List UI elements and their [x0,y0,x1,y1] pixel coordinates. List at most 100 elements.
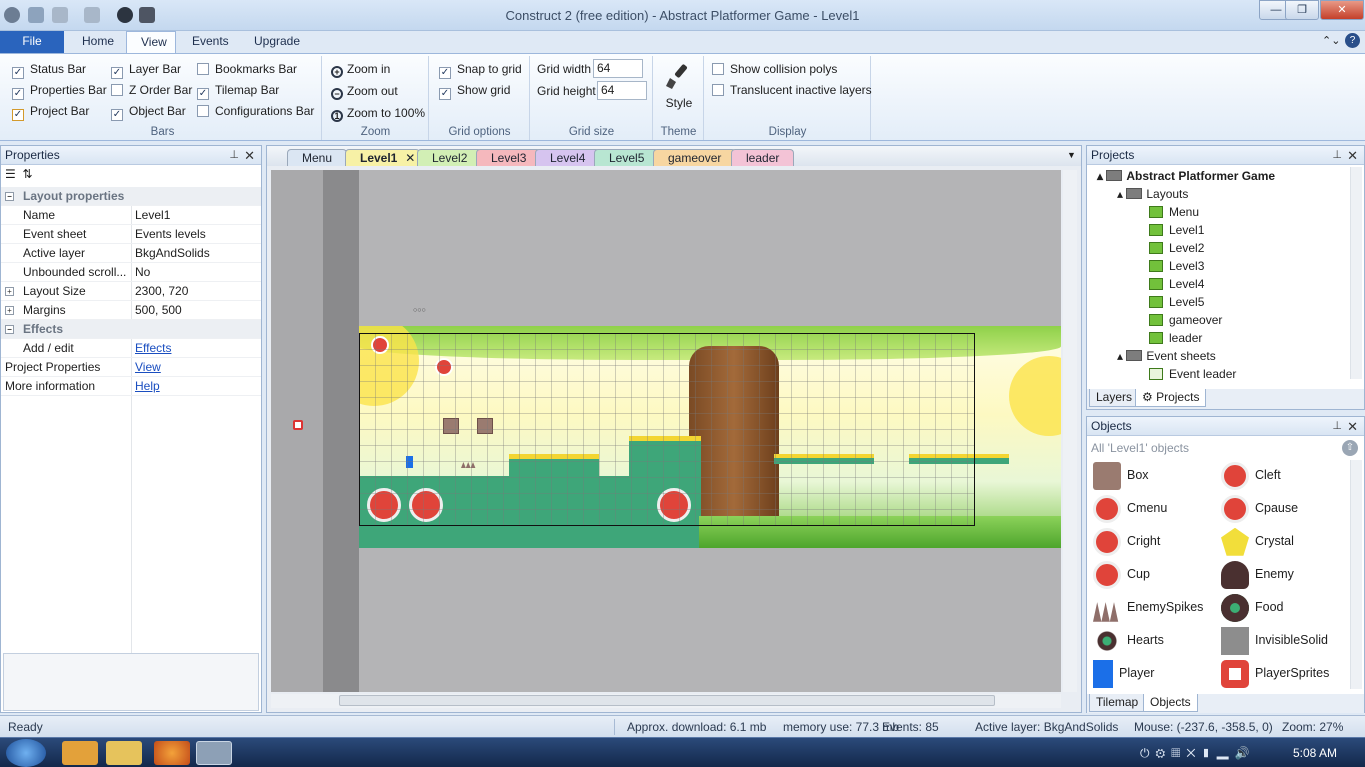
zoom-out-button[interactable]: − Zoom out [331,81,398,101]
layer-bar-checkbox[interactable]: ✓ Layer Bar [111,60,181,79]
project-bar-checkbox[interactable]: ✓ Project Bar [12,102,89,121]
tree-layout-item[interactable]: leader [1087,329,1364,347]
layout-tab-leader[interactable]: leader [731,149,795,166]
close-panel-icon[interactable]: ✕ [1347,417,1358,436]
properties-bar-checkbox[interactable]: ✓ Properties Bar [12,81,107,100]
grid-height-input[interactable]: 64 [597,81,647,100]
expand-icon[interactable]: + [5,306,14,315]
horizontal-scrollbar[interactable] [271,694,1061,708]
clock[interactable]: 5:08 AM [1293,746,1337,760]
layout-tab-level5[interactable]: Level5 [594,149,660,166]
close-tab-icon[interactable]: ✕ [405,150,415,166]
construct-icon[interactable] [196,741,232,765]
counter-sprite[interactable]: ○○○ [413,307,441,315]
tab-projects[interactable]: ⚙ Projects [1135,389,1207,407]
object-item[interactable]: Cleft [1221,460,1281,493]
categorized-icon[interactable]: ☰ [5,167,16,181]
object-bar-checkbox[interactable]: ✓ Object Bar [111,102,186,121]
scroll-thumb[interactable] [339,695,995,706]
pin-icon[interactable]: ⊥ [1332,417,1342,436]
bookmarks-bar-checkbox[interactable]: Bookmarks Bar [197,60,297,78]
layout-tab-level3[interactable]: Level3 [476,149,542,166]
layout-tab-level2[interactable]: Level2 [417,149,483,166]
style-button[interactable]: Style [654,96,704,110]
view-link[interactable]: View [135,358,161,377]
object-item[interactable]: EnemySpikes [1093,592,1203,625]
collapse-icon[interactable]: − [5,192,14,201]
object-item[interactable]: Food [1221,592,1284,625]
collapse-icon[interactable]: − [5,325,14,334]
tab-file[interactable]: File [0,31,64,53]
show-grid-checkbox[interactable]: ✓ Show grid [439,81,510,100]
pin-icon[interactable]: ⊥ [1332,146,1342,165]
ribbon-collapse-icon[interactable]: ⌃⌄ [1322,34,1340,47]
layout-tab-menu[interactable]: Menu [287,149,348,166]
property-row[interactable]: Unbounded scroll... No [1,263,261,282]
hearts-sprite-icon[interactable] [293,420,303,430]
tab-home[interactable]: Home [68,31,128,53]
close-panel-icon[interactable]: ✕ [244,146,255,165]
tree-layout-item[interactable]: gameover [1087,311,1364,329]
tab-list-chevron-icon[interactable]: ▼ [1067,150,1076,160]
tree-layout-item[interactable]: Level5 [1087,293,1364,311]
object-item[interactable]: Player [1093,658,1154,689]
tab-objects[interactable]: Objects [1143,694,1198,712]
maximize-button[interactable]: ❐ [1285,0,1319,20]
tree-event-sheet-item[interactable]: Event leader [1087,365,1364,383]
tree-layout-item[interactable]: Level4 [1087,275,1364,293]
up-folder-icon[interactable]: ⇧ [1342,440,1358,456]
property-row[interactable]: Event sheet Events levels [1,225,261,244]
help-icon[interactable]: ? [1345,33,1360,48]
close-panel-icon[interactable]: ✕ [1347,146,1358,165]
tree-event-sheets-folder[interactable]: ▴ Event sheets [1087,347,1364,365]
object-item[interactable]: Crystal [1221,526,1294,559]
object-item[interactable]: Cup [1093,559,1150,592]
tree-layout-item[interactable]: Level2 [1087,239,1364,257]
layout-properties-section[interactable]: − Layout properties [1,187,261,206]
configurations-bar-checkbox[interactable]: Configurations Bar [197,102,314,120]
collision-polys-checkbox[interactable]: Show collision polys [712,60,837,78]
tab-tilemap[interactable]: Tilemap [1089,694,1146,712]
tab-upgrade[interactable]: Upgrade [240,31,314,53]
layout-canvas[interactable]: ○○○ [271,170,1061,692]
tab-events[interactable]: Events [178,31,243,53]
object-item[interactable]: InvisibleSolid [1221,625,1328,658]
layout-tab-gameover[interactable]: gameover [653,149,737,166]
object-item[interactable]: PlayerSprites [1221,658,1329,689]
explorer-icon[interactable] [106,741,142,765]
close-button[interactable]: ✕ [1320,0,1364,20]
z-order-bar-checkbox[interactable]: Z Order Bar [111,81,192,99]
tree-root[interactable]: ▴ Abstract Platformer Game [1087,167,1364,185]
tree-scrollbar[interactable] [1350,167,1362,379]
object-item[interactable]: Box [1093,460,1149,493]
objects-filter[interactable]: All 'Level1' objects ⇧ [1087,436,1364,460]
object-item[interactable]: Cpause [1221,493,1298,526]
tab-view[interactable]: View [126,31,176,53]
object-item[interactable]: Cmenu [1093,493,1167,526]
tree-layout-item[interactable]: Menu [1087,203,1364,221]
effects-link[interactable]: Effects [135,339,171,358]
grid-width-input[interactable]: 64 [593,59,643,78]
object-item[interactable]: Cright [1093,526,1160,559]
object-item[interactable]: Enemy [1221,559,1294,592]
expand-icon[interactable]: + [5,287,14,296]
property-row[interactable]: Active layer BkgAndSolids [1,244,261,263]
vertical-scrollbar[interactable] [1063,170,1077,692]
effects-section[interactable]: − Effects [1,320,261,339]
object-item[interactable]: Hearts [1093,625,1164,658]
layout-tab-level1[interactable]: Level1 ✕ [345,149,421,166]
status-bar-checkbox[interactable]: ✓ Status Bar [12,60,86,79]
zoom-in-button[interactable]: + Zoom in [331,59,390,79]
tree-layout-item[interactable]: Level3 [1087,257,1364,275]
tree-layout-item[interactable]: Level1 [1087,221,1364,239]
zoom-100-button[interactable]: 1 Zoom to 100% [331,103,425,123]
tilemap-bar-checkbox[interactable]: ✓ Tilemap Bar [197,81,279,100]
property-row[interactable]: + Layout Size 2300, 720 [1,282,261,301]
translucent-layers-checkbox[interactable]: Translucent inactive layers [712,81,872,99]
firefox-icon[interactable] [154,741,190,765]
objects-scrollbar[interactable] [1350,460,1362,689]
layout-tab-level4[interactable]: Level4 [535,149,601,166]
help-link[interactable]: Help [135,377,160,396]
tree-layouts-folder[interactable]: ▴ Layouts [1087,185,1364,203]
snap-to-grid-checkbox[interactable]: ✓ Snap to grid [439,60,522,79]
